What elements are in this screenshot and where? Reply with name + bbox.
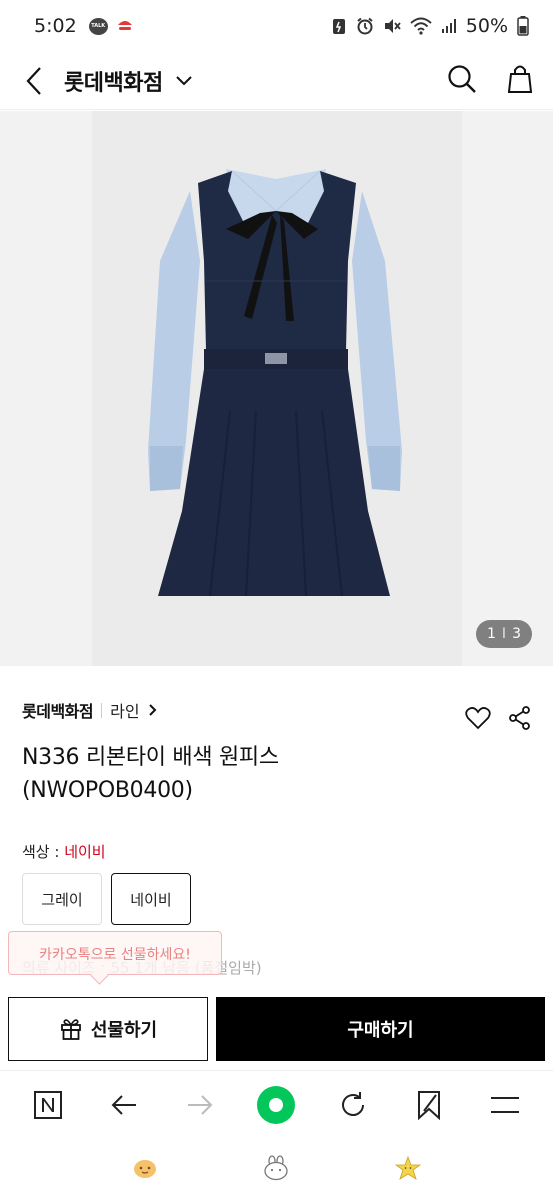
brand-line-link[interactable]: 라인 xyxy=(110,698,139,722)
chevron-down-icon xyxy=(175,75,192,85)
refresh-icon xyxy=(341,1091,364,1116)
wishlist-button[interactable] xyxy=(465,706,491,734)
naver-green-dot-button[interactable] xyxy=(254,1083,298,1127)
arrow-right-icon xyxy=(188,1094,213,1115)
image-page-indicator: 1 I 3 xyxy=(476,620,532,648)
status-time: 5:02 xyxy=(34,15,77,37)
mute-icon xyxy=(384,19,401,33)
color-label: 색상 : 네이비 xyxy=(22,841,106,862)
back-arrow-icon xyxy=(26,66,41,95)
store-title[interactable]: 롯데백화점 xyxy=(64,65,163,97)
purchase-action-bar: 선물하기 구매하기 xyxy=(0,996,553,1062)
bunny-face-icon xyxy=(264,1155,289,1181)
page-current: 1 xyxy=(487,626,496,642)
signal-icon xyxy=(441,19,456,33)
gift-icon xyxy=(60,1019,81,1040)
bookmark-icon xyxy=(417,1090,440,1120)
hamburger-menu-icon xyxy=(490,1096,519,1113)
share-icon xyxy=(509,706,530,730)
page-separator: I xyxy=(501,626,507,642)
system-home-button[interactable] xyxy=(262,1155,290,1185)
star-face-icon xyxy=(394,1155,422,1180)
store-dropdown-button[interactable] xyxy=(175,75,193,87)
browser-back-button[interactable] xyxy=(102,1083,146,1127)
green-dot-icon xyxy=(257,1085,296,1124)
cart-button[interactable] xyxy=(507,64,533,98)
bookmark-button[interactable] xyxy=(407,1083,451,1127)
battery-icon xyxy=(517,16,529,36)
color-option-gray[interactable]: 그레이 xyxy=(22,873,102,925)
search-icon xyxy=(448,64,476,93)
app-header: 롯데백화점 xyxy=(0,52,553,110)
selected-color-value: 네이비 xyxy=(64,843,106,861)
menu-button[interactable] xyxy=(483,1083,527,1127)
brand-row[interactable]: 롯데백화점 라인 xyxy=(22,698,157,722)
browser-forward-button[interactable] xyxy=(178,1083,222,1127)
product-photo-dress xyxy=(148,169,402,597)
alarm-icon xyxy=(357,17,373,35)
status-bar: 5:02 TALK 50% xyxy=(0,0,553,52)
refresh-button[interactable] xyxy=(331,1083,375,1127)
kakao-gift-tooltip[interactable]: 카카오톡으로 선물하세요! xyxy=(8,931,222,975)
shopping-bag-icon xyxy=(507,65,533,93)
color-option-navy[interactable]: 네이비 xyxy=(111,873,191,925)
system-navigation-bar xyxy=(0,1140,553,1200)
color-label-text: 색상 : xyxy=(22,843,65,861)
chevron-right-icon xyxy=(148,703,157,717)
cookie-face-icon xyxy=(134,1160,157,1178)
product-actions xyxy=(465,706,531,734)
battery-saver-icon xyxy=(332,19,345,34)
buy-button[interactable]: 구매하기 xyxy=(216,997,545,1061)
gift-button-label: 선물하기 xyxy=(90,1020,158,1041)
search-button[interactable] xyxy=(447,64,477,98)
wifi-icon xyxy=(410,17,432,35)
arrow-left-icon xyxy=(111,1094,137,1115)
heart-icon xyxy=(465,707,491,730)
notification-icon xyxy=(117,21,132,30)
brand-divider xyxy=(101,702,103,718)
browser-toolbar xyxy=(0,1070,553,1138)
brand-name[interactable]: 롯데백화점 xyxy=(22,698,94,722)
system-left-button[interactable] xyxy=(132,1157,158,1183)
gift-button[interactable]: 선물하기 xyxy=(8,997,208,1061)
buy-button-label: 구매하기 xyxy=(347,1020,414,1041)
naver-home-button[interactable] xyxy=(26,1083,70,1127)
product-title: N336 리본타이 배색 원피스 (NWOPOB0400) xyxy=(22,745,279,803)
color-options: 그레이 네이비 xyxy=(22,873,191,925)
page-total: 3 xyxy=(512,626,521,642)
naver-n-icon xyxy=(34,1090,63,1119)
share-button[interactable] xyxy=(509,706,531,734)
kakaotalk-notification-icon: TALK xyxy=(88,17,108,35)
back-button[interactable] xyxy=(20,63,48,99)
product-image-carousel[interactable]: 1 I 3 xyxy=(0,111,553,666)
battery-percentage: 50% xyxy=(465,15,508,37)
system-right-button[interactable] xyxy=(394,1155,422,1184)
